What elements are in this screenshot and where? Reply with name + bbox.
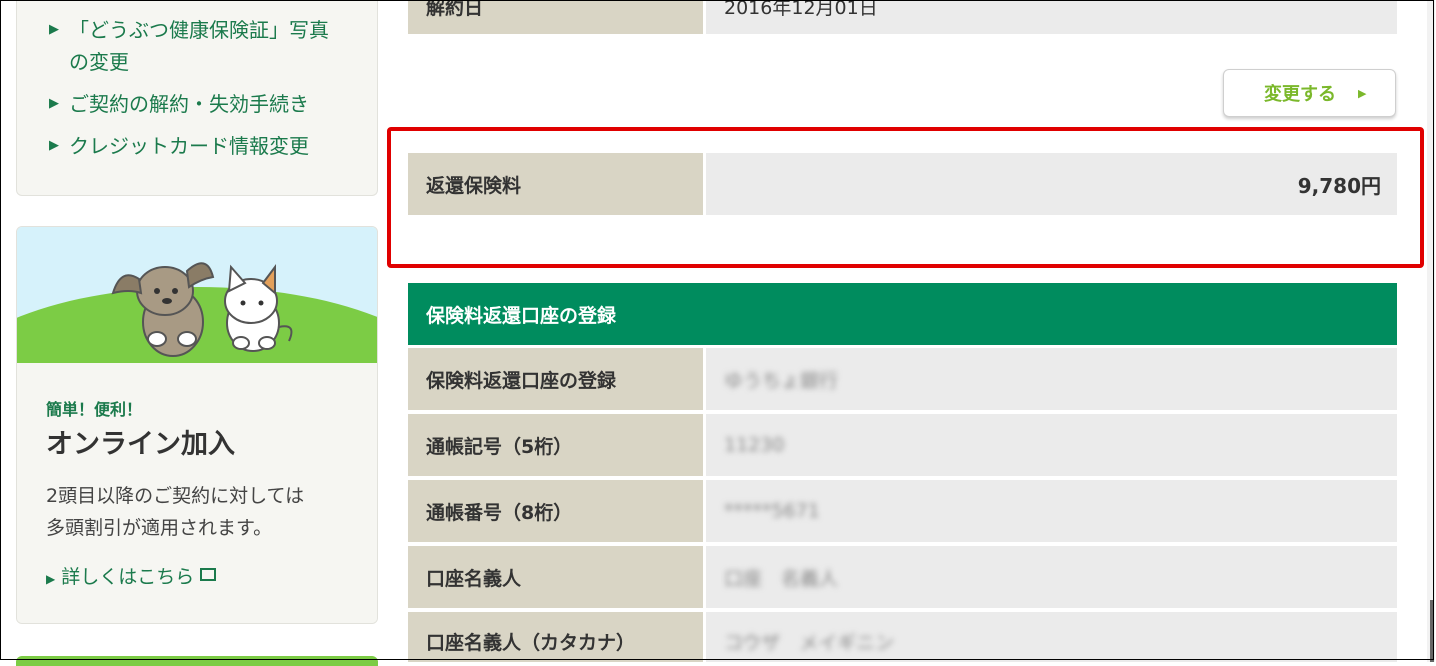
triangle-right-icon: ▶	[1358, 86, 1367, 100]
passbook-number-text: *****5671	[724, 500, 820, 522]
account-holder-kana-value: コウザ メイギニン	[706, 612, 1397, 662]
change-button[interactable]: 変更する ▶	[1223, 69, 1396, 117]
table-row: 保険料返還口座の登録 ゆうちょ銀行	[408, 348, 1397, 410]
sidebar-item-label: の変更	[69, 50, 129, 74]
account-holder-text: 口座 名義人	[724, 567, 839, 590]
account-holder-value: 口座 名義人	[706, 546, 1397, 608]
triangle-right-icon: ▶	[46, 572, 56, 586]
bank-value-text: ゆうちょ銀行	[724, 369, 839, 392]
passbook-symbol-value: 11230	[706, 414, 1397, 476]
table-row: 通帳記号（5桁） 11230	[408, 414, 1397, 476]
cancel-date-value: 2016年12月01日	[706, 0, 1397, 34]
promo-tag: 簡単！便利！	[46, 400, 143, 419]
cancel-date-label: 解約日	[408, 0, 703, 34]
dog-and-cat-illustration	[111, 262, 293, 357]
cat-icon	[224, 264, 293, 352]
table-row: 口座名義人 口座 名義人	[408, 546, 1397, 608]
triangle-right-icon: ▶	[49, 138, 59, 153]
passbook-symbol-text: 11230	[724, 434, 785, 456]
sidebar-item-label: ご契約の解約・失効手続き	[69, 92, 309, 116]
triangle-right-icon: ▶	[49, 22, 59, 37]
promo-description-line: 多頭割引が適用されます。	[46, 517, 273, 539]
sidebar-item-label: クレジットカード情報変更	[69, 134, 309, 158]
table-row: 口座名義人（カタカナ） コウザ メイギニン	[408, 612, 1397, 662]
bank-value: ゆうちょ銀行	[706, 348, 1397, 410]
sidebar-item-cancellation[interactable]: ▶ ご契約の解約・失効手続き	[17, 88, 377, 120]
triangle-right-icon: ▶	[49, 96, 59, 111]
account-holder-kana-text: コウザ メイギニン	[724, 632, 895, 654]
sidebar-menu: ▶ 「どうぶつ健康保険証」写真 の変更 ▶ ご契約の解約・失効手続き ▶ クレジ…	[16, 0, 378, 196]
passbook-number-value: *****5671	[706, 480, 1397, 542]
account-holder-kana-label: 口座名義人（カタカナ）	[408, 612, 703, 662]
next-sidebar-card	[16, 656, 378, 666]
external-window-icon	[200, 568, 217, 581]
passbook-number-label: 通帳番号（8桁）	[408, 480, 703, 542]
change-button-label: 変更する	[1264, 84, 1336, 105]
bank-label: 保険料返還口座の登録	[408, 348, 703, 410]
sidebar-item-credit-card[interactable]: ▶ クレジットカード情報変更	[17, 130, 377, 162]
scrollbar[interactable]	[1427, 0, 1435, 662]
dog-icon	[111, 262, 215, 357]
promo-title: オンライン加入	[46, 429, 235, 460]
account-holder-label: 口座名義人	[408, 546, 703, 608]
promo-description-line: 2頭目以降のご契約に対しては	[46, 485, 305, 507]
refund-account-section-title: 保険料返還口座の登録	[408, 283, 1397, 345]
cancel-date-row: 解約日 2016年12月01日	[408, 0, 1397, 34]
sidebar-item-label: 「どうぶつ健康保険証」写真	[69, 18, 329, 42]
highlight-box	[387, 127, 1424, 268]
scrollbar-thumb[interactable]	[1430, 600, 1434, 662]
promo-description: 2頭目以降のご契約に対しては 多頭割引が適用されます。	[46, 480, 366, 544]
promo-details-link-label: 詳しくはこちら	[61, 566, 195, 588]
promo-details-link[interactable]: ▶ 詳しくはこちら	[46, 562, 217, 589]
table-row: 通帳番号（8桁） *****5671	[408, 480, 1397, 542]
sidebar-item-photo-change[interactable]: ▶ 「どうぶつ健康保険証」写真 の変更	[17, 14, 377, 78]
passbook-symbol-label: 通帳記号（5桁）	[408, 414, 703, 476]
